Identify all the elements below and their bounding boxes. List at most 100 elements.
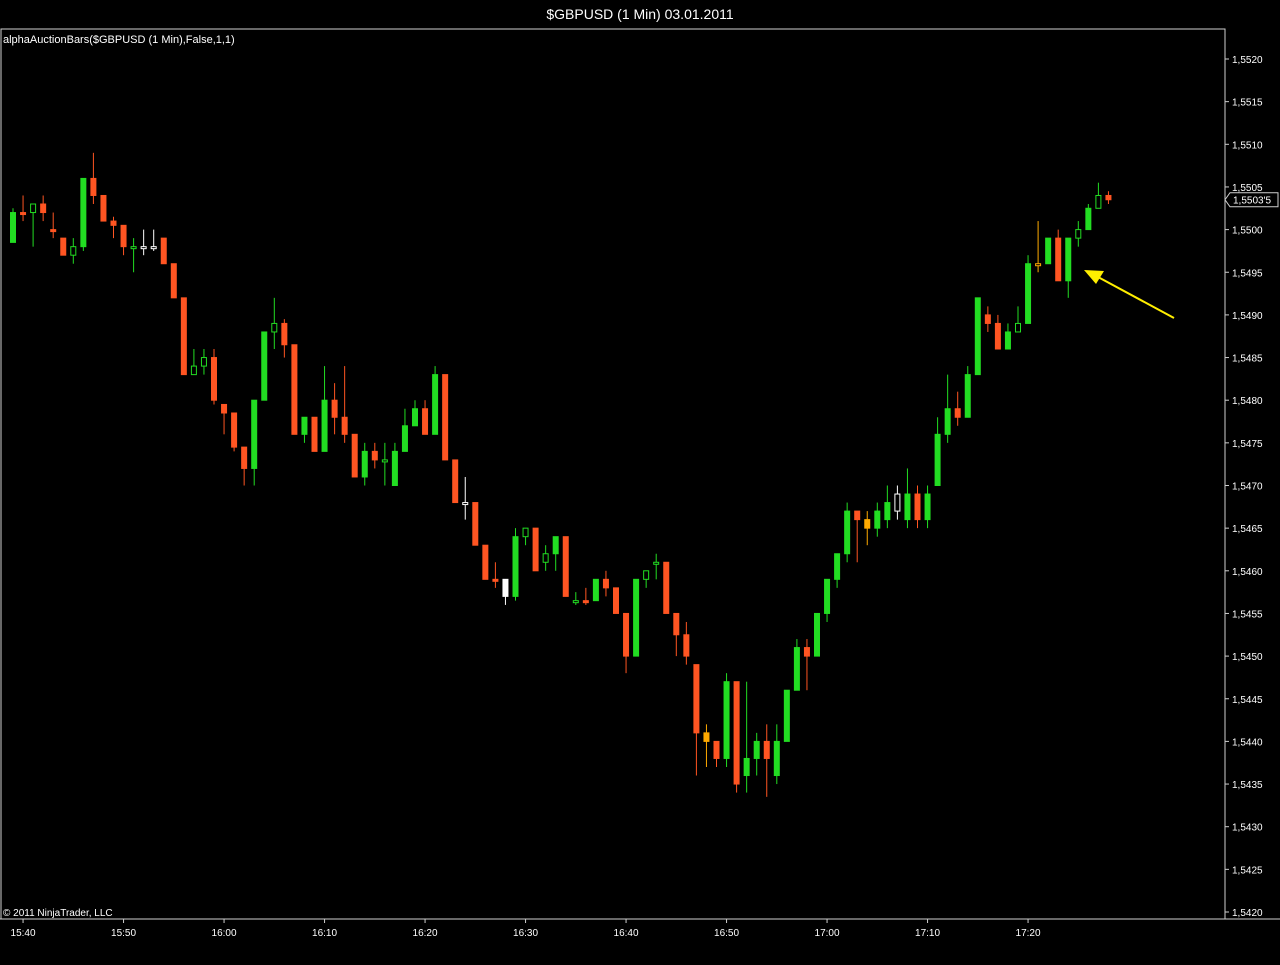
- candle: [190, 349, 197, 376]
- candle-body: [200, 357, 207, 367]
- candle-body: [874, 510, 881, 529]
- candle: [613, 587, 619, 614]
- candle: [984, 306, 991, 332]
- candle-body: [713, 740, 720, 759]
- candle: [452, 459, 459, 504]
- candle: [582, 587, 589, 605]
- x-tick-label: 16:10: [312, 928, 337, 939]
- candle-body: [904, 493, 911, 521]
- x-tick-label: 16:20: [413, 928, 438, 939]
- candle: [50, 212, 57, 239]
- candle: [783, 689, 790, 742]
- candle: [683, 621, 690, 665]
- candle-body: [723, 681, 730, 759]
- candle: [1075, 221, 1082, 247]
- candle: [814, 612, 820, 657]
- candle-body: [361, 450, 368, 478]
- candle-body: [301, 416, 308, 435]
- candle-body: [1025, 263, 1032, 324]
- candle-body: [432, 374, 439, 435]
- candle: [221, 403, 228, 435]
- candle-body: [803, 647, 810, 657]
- candle-body: [341, 416, 348, 435]
- y-tick-label: 1,5440: [1232, 737, 1263, 748]
- candle-body: [492, 578, 499, 582]
- candle: [824, 578, 831, 622]
- y-tick-label: 1,5485: [1232, 354, 1263, 365]
- candle-body: [964, 374, 971, 418]
- candle-body: [170, 263, 177, 299]
- candle-body: [442, 374, 449, 461]
- y-tick-label: 1,5420: [1232, 908, 1263, 919]
- y-tick-label: 1,5450: [1232, 652, 1263, 663]
- candle-body: [110, 220, 117, 226]
- candle: [40, 195, 47, 222]
- candle: [643, 570, 650, 588]
- candle: [602, 570, 609, 597]
- candle-body: [140, 246, 147, 250]
- candle: [100, 194, 107, 222]
- candle-body: [984, 314, 991, 324]
- candle: [663, 561, 670, 614]
- candle-body: [10, 212, 16, 243]
- price-panel-frame: [0, 28, 1226, 920]
- candle-body: [1095, 194, 1102, 209]
- candle-body: [381, 459, 388, 463]
- candle: [422, 400, 429, 435]
- candlestick-chart[interactable]: alphaAuctionBars($GBPUSD (1 Min),False,1…: [0, 0, 1280, 965]
- candle-body: [462, 502, 469, 506]
- candle-body: [532, 527, 539, 572]
- candle-body: [854, 510, 861, 521]
- annotation-arrow-head: [1084, 270, 1104, 284]
- candle-body: [241, 446, 248, 469]
- candle: [934, 417, 941, 487]
- candle: [331, 383, 338, 435]
- annotation-arrow-shaft: [1097, 276, 1175, 319]
- candle: [321, 366, 328, 452]
- candle-body: [1065, 237, 1072, 282]
- candle-body: [391, 450, 398, 487]
- candle-body: [994, 322, 1001, 350]
- y-tick-label: 1,5470: [1232, 482, 1263, 493]
- candle: [1065, 237, 1072, 298]
- candle: [60, 237, 67, 256]
- candle: [904, 468, 911, 529]
- y-tick-label: 1,5520: [1232, 55, 1263, 66]
- candle-body: [422, 408, 429, 435]
- candle: [1085, 204, 1092, 231]
- candle: [371, 442, 378, 469]
- candle: [914, 485, 921, 529]
- candle: [301, 416, 308, 443]
- candle: [834, 553, 841, 588]
- candle: [80, 177, 87, 251]
- candle-body: [1075, 229, 1082, 239]
- candle: [291, 344, 298, 435]
- candle-body: [894, 493, 901, 512]
- candle: [944, 374, 951, 443]
- candle: [1004, 323, 1011, 350]
- candle-body: [1015, 322, 1021, 333]
- candle: [974, 297, 981, 376]
- last-price-text: 1,5503'5: [1233, 196, 1271, 207]
- candle-body: [552, 536, 559, 555]
- candle-body: [1085, 207, 1092, 231]
- candle: [20, 195, 27, 222]
- y-tick-label: 1,5515: [1232, 98, 1263, 109]
- candle-body: [683, 634, 690, 657]
- candle-body: [60, 237, 67, 256]
- candle: [492, 562, 499, 588]
- candle: [562, 536, 569, 597]
- candle: [542, 545, 549, 571]
- candle-body: [884, 502, 891, 521]
- candle: [120, 224, 127, 256]
- candle-body: [100, 194, 107, 222]
- candle-body: [673, 612, 680, 636]
- candle: [773, 724, 780, 785]
- candle: [70, 238, 77, 264]
- candle: [200, 349, 207, 375]
- candle: [884, 485, 891, 529]
- candle: [361, 442, 368, 486]
- candle-body: [160, 237, 167, 265]
- candle: [502, 578, 509, 605]
- candle: [572, 592, 579, 605]
